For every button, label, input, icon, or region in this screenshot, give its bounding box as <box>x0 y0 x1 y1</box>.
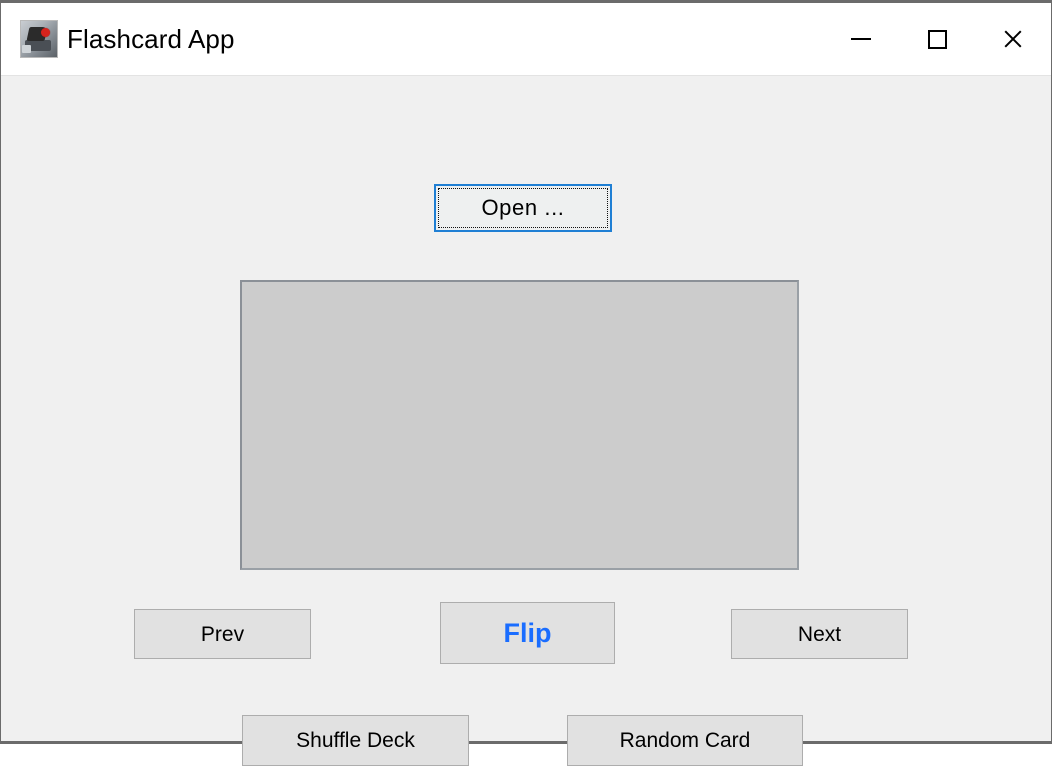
next-button-label: Next <box>797 622 842 646</box>
maximize-icon <box>927 29 947 49</box>
app-window: Flashcard App Open ... Prev Flip Next Sh… <box>0 0 1052 766</box>
title-bar[interactable]: Flashcard App <box>1 3 1051 76</box>
next-button[interactable]: Next <box>731 609 908 659</box>
shuffle-deck-button[interactable]: Shuffle Deck <box>242 715 469 766</box>
minimize-button[interactable] <box>823 3 899 75</box>
random-card-button[interactable]: Random Card <box>567 715 803 766</box>
app-icon-red-dot <box>41 28 50 37</box>
open-button-label: Open ... <box>481 195 565 220</box>
window-controls <box>823 3 1051 75</box>
flip-button-label: Flip <box>503 617 552 648</box>
shuffle-deck-button-label: Shuffle Deck <box>296 729 415 752</box>
close-icon <box>1002 28 1024 50</box>
flashcard-text <box>242 282 797 568</box>
app-icon <box>20 20 58 58</box>
minimize-icon <box>851 38 871 40</box>
app-icon-base <box>22 45 31 53</box>
maximize-button[interactable] <box>899 3 975 75</box>
window-title: Flashcard App <box>67 24 235 54</box>
prev-button-label: Prev <box>200 622 245 646</box>
flip-button[interactable]: Flip <box>440 602 615 664</box>
flashcard-display[interactable] <box>240 280 799 570</box>
close-button[interactable] <box>975 3 1051 75</box>
prev-button[interactable]: Prev <box>134 609 311 659</box>
client-area: Open ... Prev Flip Next Shuffle Deck Ran… <box>1 76 1051 766</box>
open-button[interactable]: Open ... <box>434 184 612 232</box>
random-card-button-label: Random Card <box>619 729 751 752</box>
